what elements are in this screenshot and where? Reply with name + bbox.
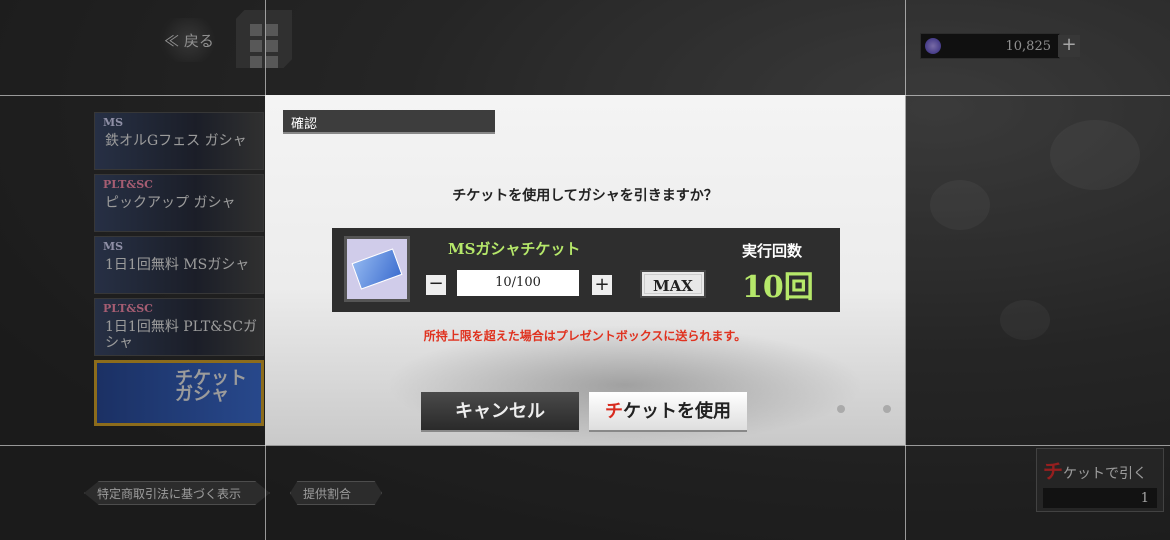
rivet-decoration <box>837 405 845 413</box>
guide-line <box>0 445 1170 446</box>
quantity-field[interactable]: 10/100 <box>457 270 579 296</box>
decrease-button[interactable]: − <box>426 275 446 295</box>
exec-count-label: 実行回数 <box>742 242 803 260</box>
rivet-decoration <box>883 405 891 413</box>
ticket-panel: MSガシャチケット − 10/100 + MAX 実行回数 10回 <box>332 228 840 312</box>
overflow-warning: 所持上限を超えた場合はプレゼントボックスに送られます。 <box>423 329 747 343</box>
ticket-name: MSガシャチケット <box>448 240 581 258</box>
use-ticket-button[interactable]: チケットを使用 <box>589 392 747 432</box>
exec-count-value: 10回 <box>742 270 814 305</box>
dialog-title: 確認 <box>283 110 495 134</box>
ticket-icon <box>344 236 410 302</box>
guide-line <box>905 0 906 540</box>
confirm-question: チケットを使用してガシャを引きますか？ <box>452 188 718 204</box>
max-button[interactable]: MAX <box>640 270 706 298</box>
cancel-button[interactable]: キャンセル <box>421 392 579 432</box>
confirm-dialog: 確認 チケットを使用してガシャを引きますか？ MSガシャチケット − 10/10… <box>265 95 905 445</box>
increase-button[interactable]: + <box>592 275 612 295</box>
